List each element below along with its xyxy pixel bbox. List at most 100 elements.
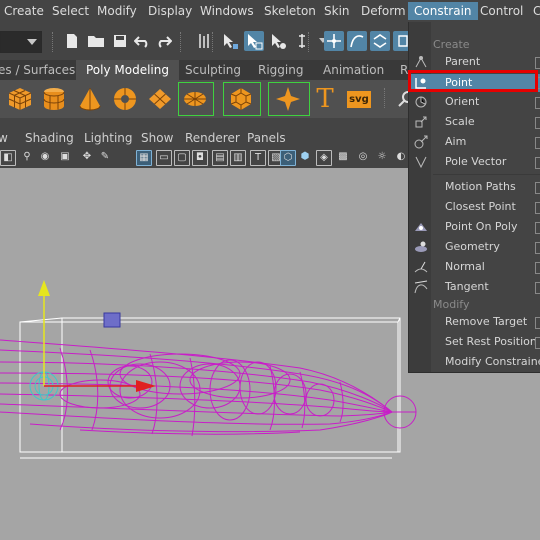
field-chart-icon[interactable]: ▤ <box>212 150 228 166</box>
platonic-icon[interactable] <box>227 85 255 113</box>
menu-modify[interactable]: Modify <box>97 4 137 20</box>
menu-control[interactable]: Control <box>480 4 523 20</box>
poly-torus-icon[interactable] <box>111 85 139 113</box>
option-box-aim[interactable] <box>535 137 540 149</box>
option-box-motion-paths[interactable] <box>535 182 540 194</box>
option-box-point-on-poly[interactable] <box>535 222 540 234</box>
camera-attributes-icon[interactable]: ⚲ <box>20 150 34 164</box>
smooth-shading-icon[interactable]: ⬢ <box>298 150 312 164</box>
safe-action-icon[interactable]: ▥ <box>230 150 246 166</box>
safe-title-icon[interactable]: T <box>250 150 266 166</box>
shadows-icon[interactable]: ☼ <box>375 150 389 164</box>
option-box-scale[interactable] <box>535 117 540 129</box>
resolution-gate-icon[interactable]: ▢ <box>174 150 190 166</box>
option-box-remove-target[interactable] <box>535 317 540 329</box>
menu-create[interactable]: Create <box>4 4 44 20</box>
menu-overflow[interactable]: C <box>533 4 540 20</box>
menu-item-orient[interactable]: Orient <box>445 95 479 108</box>
menu-windows[interactable]: Windows <box>200 4 254 20</box>
menu-item-scale[interactable]: Scale <box>445 115 475 128</box>
svg-label: svg <box>347 90 371 108</box>
option-box-normal[interactable] <box>535 262 540 274</box>
snap-point-icon[interactable] <box>370 31 390 51</box>
option-box-geometry[interactable] <box>535 242 540 254</box>
panel-menu-panels[interactable]: Panels <box>247 131 286 145</box>
film-gate-icon[interactable]: ▭ <box>156 150 172 166</box>
open-scene-icon[interactable] <box>86 31 106 51</box>
option-box-point[interactable] <box>535 77 540 89</box>
poly-cylinder-icon[interactable] <box>40 85 68 113</box>
svg-icon[interactable]: svg <box>345 85 373 113</box>
menu-item-motion-paths[interactable]: Motion Paths <box>445 180 516 193</box>
option-box-set-rest-position[interactable] <box>535 337 540 349</box>
bookmarks-icon[interactable]: ◉ <box>38 150 52 164</box>
ambient-occlusion-icon[interactable]: ◐ <box>394 150 408 164</box>
tab-animation[interactable]: Animation <box>323 60 384 80</box>
menu-skeleton[interactable]: Skeleton <box>264 4 316 20</box>
panel-menu-renderer[interactable]: Renderer <box>185 131 240 145</box>
menu-item-parent[interactable]: Parent <box>445 55 480 68</box>
menu-item-aim[interactable]: Aim <box>445 135 466 148</box>
tab-curves-surfaces[interactable]: es / Surfaces <box>0 60 75 80</box>
poly-plane-icon[interactable] <box>146 85 174 113</box>
gate-mask-icon[interactable]: ◘ <box>192 150 208 166</box>
save-scene-icon[interactable] <box>110 31 130 51</box>
poly-cube-icon[interactable] <box>6 85 34 113</box>
panel-menu-lighting[interactable]: Lighting <box>84 131 133 145</box>
textured-icon[interactable]: ▩ <box>336 150 350 164</box>
wireframe-on-shaded-icon[interactable]: ◈ <box>316 150 332 166</box>
grid-icon[interactable]: ▦ <box>136 150 152 166</box>
snap-curve-icon[interactable] <box>347 31 367 51</box>
orient-constraint-icon <box>413 94 429 110</box>
menu-skin[interactable]: Skin <box>324 4 350 20</box>
redo-icon[interactable] <box>154 31 174 51</box>
input-output-icon[interactable] <box>194 31 214 51</box>
wireframe-shading-icon[interactable]: ⬡ <box>280 150 296 166</box>
grease-pencil-icon[interactable]: ✎ <box>98 150 112 164</box>
menu-item-normal[interactable]: Normal <box>445 260 485 273</box>
new-scene-icon[interactable] <box>62 31 82 51</box>
option-box-pole-vector[interactable] <box>535 157 540 169</box>
two-d-pan-icon[interactable]: ✥ <box>80 150 94 164</box>
option-box-parent[interactable] <box>535 57 540 69</box>
poly-disc-icon[interactable] <box>181 85 209 113</box>
menu-select[interactable]: Select <box>52 4 89 20</box>
snap-grid-icon[interactable] <box>324 31 344 51</box>
menu-display[interactable]: Display <box>148 4 192 20</box>
select-hierarchy-icon[interactable] <box>220 31 240 51</box>
option-box-tangent[interactable] <box>535 282 540 294</box>
tab-sculpting[interactable]: Sculpting <box>185 60 241 80</box>
tab-poly-modeling[interactable]: Poly Modeling <box>76 60 179 80</box>
panel-menu-shading[interactable]: Shading <box>25 131 74 145</box>
lights-icon[interactable]: ◎ <box>356 150 370 164</box>
menu-divider <box>433 174 540 175</box>
undo-icon[interactable] <box>132 31 152 51</box>
menu-item-pole-vector[interactable]: Pole Vector <box>445 155 506 168</box>
select-component-icon[interactable] <box>268 31 288 51</box>
tangent-constraint-icon <box>413 279 429 295</box>
poly-cone-icon[interactable] <box>76 85 104 113</box>
panel-menu-show[interactable]: Show <box>141 131 173 145</box>
section-header-create: Create <box>433 38 470 51</box>
select-object-icon[interactable] <box>244 31 264 51</box>
text-icon[interactable]: T <box>311 84 339 114</box>
tab-rigging[interactable]: Rigging <box>258 60 303 80</box>
menu-item-point-on-poly[interactable]: Point On Poly <box>445 220 517 233</box>
menu-item-remove-target[interactable]: Remove Target <box>445 315 527 328</box>
super-shape-icon[interactable] <box>274 85 302 113</box>
image-plane-icon[interactable]: ▣ <box>58 150 72 164</box>
menu-item-tangent[interactable]: Tangent <box>445 280 489 293</box>
menu-item-set-rest-position[interactable]: Set Rest Position <box>445 335 537 348</box>
menu-item-geometry[interactable]: Geometry <box>445 240 500 253</box>
menu-constrain[interactable]: Constrain <box>408 2 478 20</box>
panel-menu-view[interactable]: w <box>0 131 8 145</box>
camera-icon[interactable]: ◧ <box>0 150 16 166</box>
menu-item-closest-point[interactable]: Closest Point <box>445 200 516 213</box>
menu-set-dropdown[interactable] <box>0 31 42 53</box>
divider <box>180 32 183 52</box>
option-box-orient[interactable] <box>535 97 540 109</box>
option-box-closest-point[interactable] <box>535 202 540 214</box>
pole-vector-icon <box>413 154 429 170</box>
menu-deform[interactable]: Deform <box>361 4 406 20</box>
menu-item-modify-constrained-axis[interactable]: Modify Constraine <box>445 355 540 368</box>
